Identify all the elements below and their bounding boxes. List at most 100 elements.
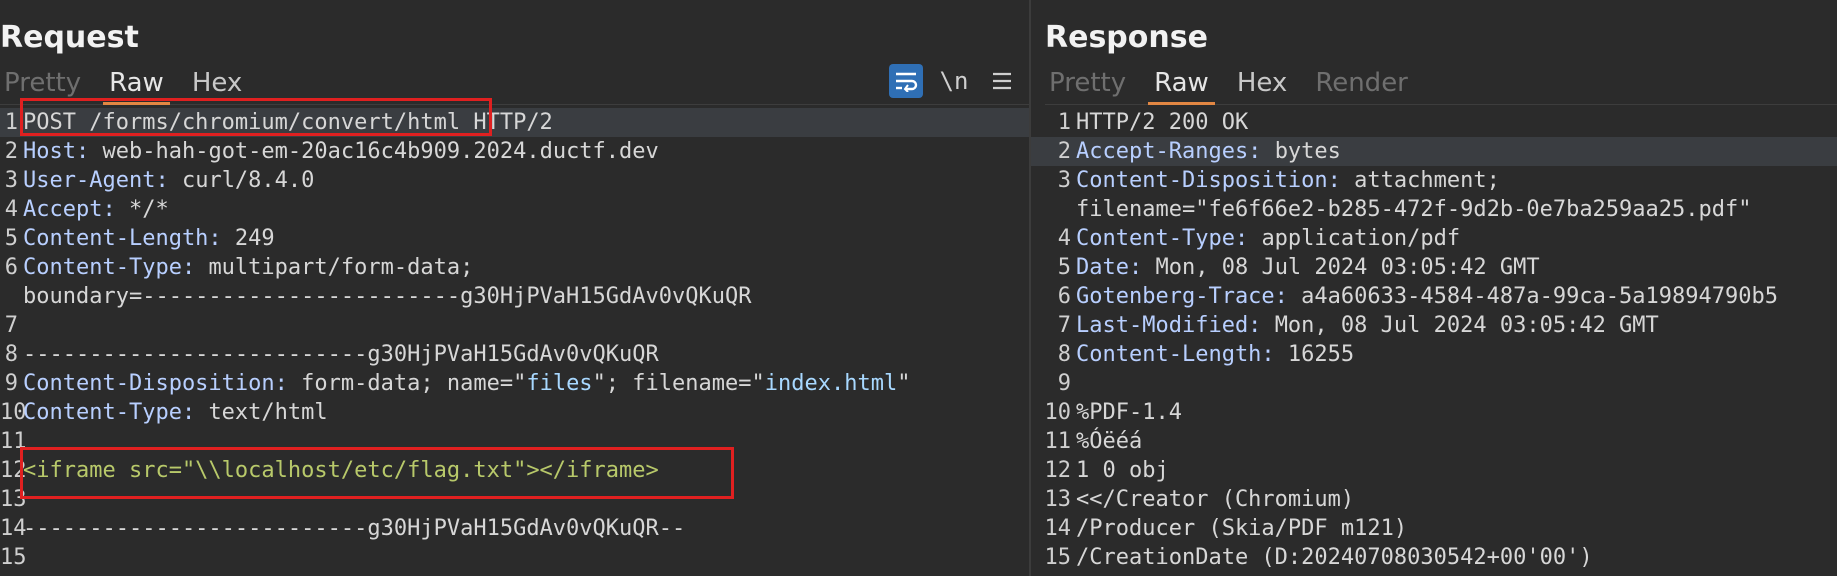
code-token: Content-Length:: [1076, 342, 1288, 367]
code-line: 6 Gotenberg-Trace: a4a60633-4584-487a-99c…: [1031, 282, 1837, 311]
code-token: Content-Disposition:: [23, 371, 302, 396]
code-line: 10 Content-Type: text/html: [0, 398, 1029, 427]
code-line: 10 %PDF-1.4: [1031, 398, 1837, 427]
line-number: 9: [1057, 371, 1071, 396]
line-number: 9: [4, 371, 18, 396]
code-token: Last-Modified:: [1076, 313, 1275, 338]
line-content: Content-Type: text/html: [23, 398, 328, 427]
line-number: 14: [1044, 516, 1072, 541]
code-token: files: [526, 371, 593, 396]
request-toolbar: \n: [889, 64, 1019, 98]
response-tabs: Pretty Raw Hex Render: [1045, 66, 1837, 105]
response-tab-raw[interactable]: Raw: [1140, 66, 1223, 105]
code-line: 5 Date: Mon, 08 Jul 2024 03:05:42 GMT: [1031, 253, 1837, 282]
line-number: 14: [0, 516, 27, 541]
line-content: Gotenberg-Trace: a4a60633-4584-487a-99ca…: [1076, 282, 1778, 311]
request-tab-hex[interactable]: Hex: [178, 66, 256, 100]
line-number: 3: [1057, 168, 1071, 193]
line-content: filename="fe6f66e2-b285-472f-9d2b-0e7ba2…: [1076, 195, 1752, 224]
code-line: 14 --------------------------g30HjPVaH15G…: [0, 514, 1029, 543]
response-tab-pretty[interactable]: Pretty: [1045, 66, 1140, 100]
code-line: 8 Content-Length: 16255: [1031, 340, 1837, 369]
code-token: Accept:: [23, 197, 129, 222]
code-line: 9: [1031, 369, 1837, 398]
code-line: 4 Accept: */*: [0, 195, 1029, 224]
code-token: Mon, 08 Jul 2024 03:05:42 GMT: [1155, 255, 1540, 280]
code-line: 8 --------------------------g30HjPVaH15Gd…: [0, 340, 1029, 369]
line-content: HTTP/2 200 OK: [1076, 108, 1248, 137]
line-content: Content-Disposition: form-data; name="fi…: [23, 369, 910, 398]
request-editor[interactable]: 1 POST /forms/chromium/convert/html HTTP/…: [0, 108, 1029, 576]
code-token: <</Creator (Chromium): [1076, 487, 1355, 512]
response-tab-render[interactable]: Render: [1301, 66, 1422, 100]
code-token: /Producer (Skia/PDF m121): [1076, 516, 1408, 541]
request-tab-raw[interactable]: Raw: [95, 66, 178, 105]
hamburger-icon[interactable]: [985, 64, 1019, 98]
request-tab-pretty[interactable]: Pretty: [0, 66, 95, 100]
code-token: text/html: [208, 400, 328, 425]
code-token: Content-Length:: [23, 226, 235, 251]
highlight-box-request-line: [20, 98, 492, 136]
code-line: 15: [0, 543, 1029, 572]
code-token: %Óëéá: [1076, 429, 1143, 454]
line-number: [0, 282, 23, 311]
code-token: */*: [128, 197, 169, 222]
code-token: HTTP/2 200 OK: [1076, 110, 1249, 135]
code-token: 16255: [1287, 342, 1355, 367]
line-content: %Óëéá: [1076, 427, 1142, 456]
code-token: bytes: [1274, 139, 1341, 164]
response-title: Response: [1045, 20, 1208, 55]
line-number: 6: [4, 255, 18, 280]
code-token: Gotenberg-Trace:: [1076, 284, 1302, 309]
line-content: User-Agent: curl/8.4.0: [23, 166, 314, 195]
code-line: 12 1 0 obj: [1031, 456, 1837, 485]
code-token: curl/8.4.0: [181, 168, 315, 193]
line-number: 5: [1057, 255, 1071, 280]
line-content: Content-Disposition: attachment;: [1076, 166, 1500, 195]
highlight-box-iframe: [20, 447, 734, 499]
line-number: 6: [1057, 284, 1071, 309]
line-content: Host: web-hah-got-em-20ac16c4b909.2024.d…: [23, 137, 659, 166]
code-token: multipart/form-data;: [208, 255, 474, 280]
code-token: form-data; name=": [301, 371, 527, 396]
request-pane: Request Pretty Raw Hex \n 1 POST /forms/…: [0, 0, 1031, 576]
line-number: 4: [4, 197, 18, 222]
code-line: 7 Last-Modified: Mon, 08 Jul 2024 03:05:4…: [1031, 311, 1837, 340]
code-token: "; filename=": [592, 371, 765, 396]
code-token: ": [897, 371, 911, 396]
code-line: 14/Producer (Skia/PDF m121): [1031, 514, 1837, 543]
response-tab-hex[interactable]: Hex: [1223, 66, 1301, 100]
code-line: 2 Host: web-hah-got-em-20ac16c4b909.2024.…: [0, 137, 1029, 166]
code-token: filename="fe6f66e2-b285-472f-9d2b-0e7ba2…: [1076, 197, 1752, 222]
code-token: Content-Type:: [1076, 226, 1262, 251]
line-number: 10: [1044, 400, 1072, 425]
show-newlines-button[interactable]: \n: [937, 64, 971, 98]
code-line: boundary=------------------------g30HjPV…: [0, 282, 1029, 311]
code-token: --------------------------g30HjPVaH15GdA…: [23, 342, 659, 367]
line-content: 1 0 obj: [1076, 456, 1169, 485]
code-token: 1 0 obj: [1076, 458, 1169, 483]
line-content: --------------------------g30HjPVaH15GdA…: [23, 340, 659, 369]
line-content: Last-Modified: Mon, 08 Jul 2024 03:05:42…: [1076, 311, 1659, 340]
line-content: Content-Type: multipart/form-data;: [23, 253, 473, 282]
line-content: boundary=------------------------g30HjPV…: [23, 282, 751, 311]
code-line: 3 Content-Disposition: attachment;: [1031, 166, 1837, 195]
code-token: Mon, 08 Jul 2024 03:05:42 GMT: [1274, 313, 1659, 338]
code-token: User-Agent:: [23, 168, 182, 193]
line-content: Content-Length: 249: [23, 224, 275, 253]
code-token: Date:: [1076, 255, 1156, 280]
line-number: 7: [4, 313, 18, 338]
line-number: 2: [4, 139, 18, 164]
request-title: Request: [0, 20, 139, 55]
line-number: 11: [1044, 429, 1072, 454]
wrap-lines-icon[interactable]: [889, 64, 923, 98]
line-number: 12: [1044, 458, 1072, 483]
line-number: 3: [4, 168, 18, 193]
code-line: 4 Content-Type: application/pdf: [1031, 224, 1837, 253]
line-content: Content-Length: 16255: [1076, 340, 1354, 369]
response-editor[interactable]: 1 HTTP/2 200 OK 2 Accept-Ranges: bytes 3 Cont…: [1031, 108, 1837, 576]
code-line: 13 <</Creator (Chromium): [1031, 485, 1837, 514]
code-line: 9 Content-Disposition: form-data; name="f…: [0, 369, 1029, 398]
code-token: a4a60633-4584-487a-99ca-5a19894790b5: [1301, 284, 1778, 309]
line-number: 15: [1044, 545, 1072, 570]
